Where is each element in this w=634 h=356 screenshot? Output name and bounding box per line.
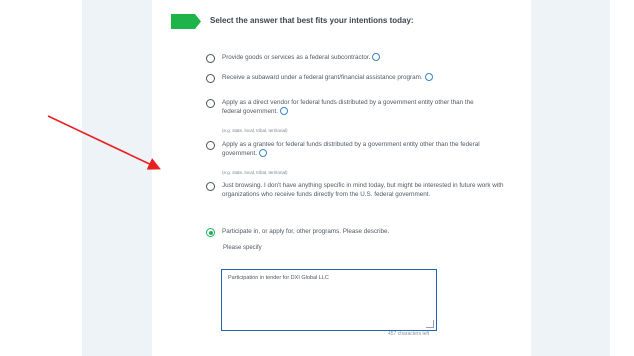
red-arrow-annotation (47, 115, 161, 170)
